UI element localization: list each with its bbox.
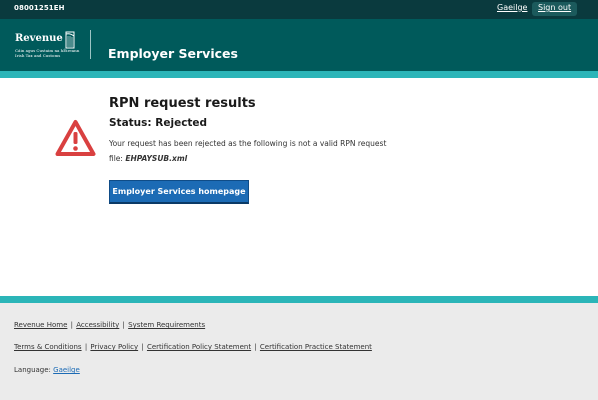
logo-brand: Revenue xyxy=(15,33,63,44)
language-toggle-link[interactable]: Gaeilge xyxy=(497,3,527,12)
footer-language-link[interactable]: Gaeilge xyxy=(53,366,80,374)
file-label: file: xyxy=(109,154,123,163)
employer-services-homepage-button[interactable]: Employer Services homepage xyxy=(109,180,249,204)
header-divider xyxy=(90,30,91,59)
top-bar: 08001251EH Gaeilge Sign out xyxy=(0,0,598,19)
footer-separator: | xyxy=(122,321,125,329)
footer-accent-stripe xyxy=(0,296,598,303)
footer-links-primary: Revenue Home | Accessibility | System Re… xyxy=(14,321,205,329)
footer-separator: | xyxy=(84,343,88,351)
status-heading: Status: Rejected xyxy=(109,117,208,129)
footer-separator: | xyxy=(141,343,144,351)
site-footer: Revenue Home | Accessibility | System Re… xyxy=(0,303,598,400)
footer-separator: | xyxy=(254,343,257,351)
footer-language: Language: Gaeilge xyxy=(14,366,80,374)
footer-link-system-requirements[interactable]: System Requirements xyxy=(128,321,205,329)
footer-link-privacy-policy[interactable]: Privacy Policy xyxy=(90,343,138,351)
revenue-logo[interactable]: Revenue Cáin agus Custaim na hÉireann Ir… xyxy=(15,31,81,61)
page-title: RPN request results xyxy=(109,96,256,111)
file-line: file: EHPAYSUB.xml xyxy=(109,154,187,163)
harp-icon xyxy=(65,31,75,49)
footer-link-accessibility[interactable]: Accessibility xyxy=(76,321,119,329)
footer-link-terms[interactable]: Terms & Conditions xyxy=(14,343,82,351)
footer-separator: | xyxy=(70,321,73,329)
warning-triangle-icon xyxy=(55,120,96,156)
language-label: Language: xyxy=(14,366,51,374)
user-id: 08001251EH xyxy=(14,4,65,12)
site-header: Revenue Cáin agus Custaim na hÉireann Ir… xyxy=(0,19,598,71)
file-name: EHPAYSUB.xml xyxy=(125,154,188,163)
sign-out-button[interactable]: Sign out xyxy=(532,2,578,16)
header-accent-stripe xyxy=(0,71,598,78)
logo-english-text: Irish Tax and Customs xyxy=(15,53,61,58)
footer-link-revenue-home[interactable]: Revenue Home xyxy=(14,321,67,329)
footer-links-secondary: Terms & Conditions | Privacy Policy | Ce… xyxy=(14,343,372,351)
footer-link-certification-policy[interactable]: Certification Policy Statement xyxy=(147,343,251,351)
rejection-message: Your request has been rejected as the fo… xyxy=(109,139,387,148)
service-title: Employer Services xyxy=(108,46,238,61)
footer-link-certification-practice[interactable]: Certification Practice Statement xyxy=(260,343,372,351)
